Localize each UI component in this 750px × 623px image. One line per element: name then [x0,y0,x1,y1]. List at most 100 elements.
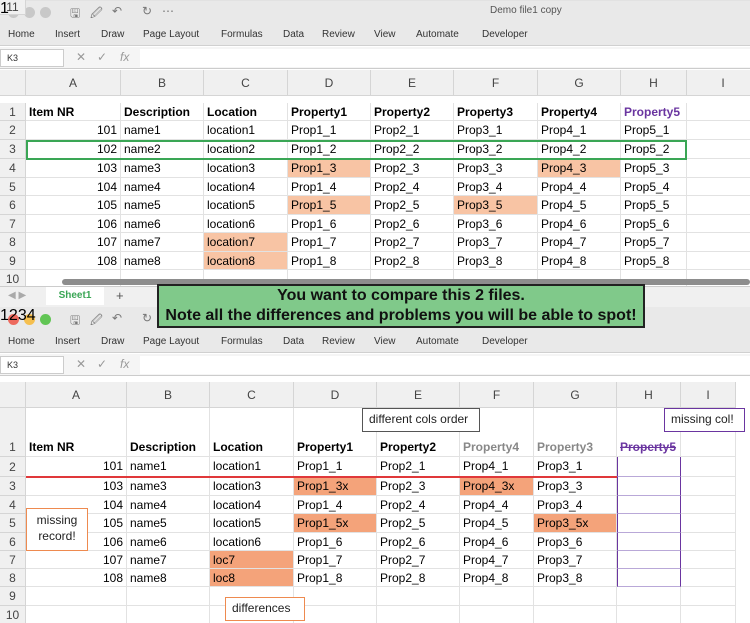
cell[interactable]: Prop5_5 [621,196,687,215]
header-cell[interactable]: Location [210,408,294,457]
cell[interactable]: location3 [204,159,288,178]
row-header-5[interactable]: 5 [0,514,26,533]
cell[interactable] [534,587,617,606]
cell[interactable]: Prop4_4 [538,178,621,196]
cell[interactable] [26,587,127,606]
column-header-I[interactable]: I [687,70,750,96]
cell[interactable]: Prop2_8 [371,252,454,270]
row-header-9[interactable]: 9 [0,252,26,270]
column-header-D[interactable]: D [288,70,371,96]
cell[interactable] [681,457,736,477]
ribbon-tab-home[interactable]: Home [8,29,35,40]
cell[interactable]: 101 [26,457,127,477]
cell[interactable]: Prop1_7 [294,551,377,569]
cell[interactable]: 107 [26,233,121,252]
redo-icon[interactable]: ↻ [142,311,152,325]
cell[interactable]: Prop1_4 [294,496,377,514]
column-header-H[interactable]: H [621,70,687,96]
cell[interactable]: 108 [26,569,127,587]
column-header-I[interactable]: I [681,382,736,408]
cell[interactable]: Prop5_8 [621,252,687,270]
column-header-A[interactable]: A [26,382,127,408]
row-header-3[interactable]: 3 [0,477,26,496]
cell[interactable]: Prop3_1 [534,457,617,477]
cell[interactable]: location6 [204,215,288,233]
cell[interactable] [687,140,750,159]
cell[interactable] [687,233,750,252]
cell[interactable]: Prop3_1 [454,121,538,140]
cell[interactable] [617,457,681,477]
header-cell[interactable]: Property2 [371,103,454,121]
cell[interactable]: location5 [210,514,294,533]
column-header-A[interactable]: A [26,70,121,96]
ribbon-tab-automate[interactable]: Automate [416,336,459,347]
ribbon-tab-data[interactable]: Data [283,336,304,347]
row-header-2[interactable]: 2 [0,121,26,140]
cell[interactable]: location8 [204,252,288,270]
cell[interactable]: Prop3_3 [534,477,617,496]
cell[interactable]: name1 [127,457,210,477]
cell[interactable] [294,606,377,623]
row-header-7[interactable]: 7 [0,551,26,569]
cell[interactable] [204,0,288,1]
cell[interactable]: name4 [121,178,204,196]
ribbon-tab-developer[interactable]: Developer [482,29,528,40]
row-header-4[interactable]: 4 [0,496,26,514]
cell[interactable] [681,533,736,551]
header-cell[interactable] [687,103,750,121]
cell[interactable]: name7 [127,551,210,569]
cell[interactable]: Prop1_6 [294,533,377,551]
row-header-8[interactable]: 8 [0,569,26,587]
ribbon-tab-review[interactable]: Review [322,29,355,40]
cell[interactable]: Prop1_5x [294,514,377,533]
column-header-F[interactable]: F [454,70,538,96]
cell[interactable]: Prop4_5 [460,514,534,533]
cell[interactable] [681,496,736,514]
column-header-E[interactable]: E [371,70,454,96]
cell[interactable]: 105 [26,196,121,215]
cell[interactable]: Prop3_5 [454,196,538,215]
sheet-tab-sheet1[interactable]: Sheet1 [46,287,104,305]
header-cell[interactable]: Item NR [26,103,121,121]
cell[interactable] [681,514,736,533]
cell[interactable]: Prop4_1 [460,457,534,477]
cell[interactable]: Prop4_5 [538,196,621,215]
row-header-1[interactable]: 1 [0,408,26,457]
column-header-G[interactable]: G [538,70,621,96]
cell[interactable] [681,587,736,606]
cell[interactable]: Prop2_5 [377,514,460,533]
cell[interactable] [617,533,681,551]
cell[interactable]: name3 [127,477,210,496]
ribbon-tab-page-layout[interactable]: Page Layout [143,336,199,347]
cell[interactable]: Prop4_8 [460,569,534,587]
formula-input[interactable] [140,49,750,67]
cell[interactable]: Prop2_3 [371,159,454,178]
row-header-7[interactable]: 7 [0,215,26,233]
cell[interactable]: loc7 [210,551,294,569]
cell[interactable]: location1 [204,121,288,140]
select-all-corner[interactable] [0,70,26,96]
ribbon-tab-draw[interactable]: Draw [101,336,124,347]
cell[interactable]: Prop3_6 [454,215,538,233]
cell[interactable] [127,606,210,623]
cell[interactable]: location6 [210,533,294,551]
cell[interactable]: Prop1_8 [288,252,371,270]
cell[interactable] [377,606,460,623]
cell[interactable]: Prop2_8 [377,569,460,587]
cell[interactable]: name8 [127,569,210,587]
cell[interactable]: Prop2_3 [377,477,460,496]
cell[interactable]: loc8 [210,569,294,587]
undo-icon[interactable]: ↶ [112,311,122,325]
ribbon-tab-insert[interactable]: Insert [55,29,80,40]
cell[interactable]: name6 [127,533,210,551]
cell[interactable]: Prop2_7 [371,233,454,252]
cell[interactable]: Prop5_7 [621,233,687,252]
row-header-11[interactable]: 11 [0,0,26,15]
cell[interactable] [538,0,621,1]
cell[interactable]: Prop2_4 [377,496,460,514]
cell[interactable] [681,477,736,496]
cell[interactable] [617,569,681,587]
cell[interactable]: Prop1_5 [288,196,371,215]
cell[interactable]: Prop1_3x [294,477,377,496]
cell[interactable]: Prop4_4 [460,496,534,514]
